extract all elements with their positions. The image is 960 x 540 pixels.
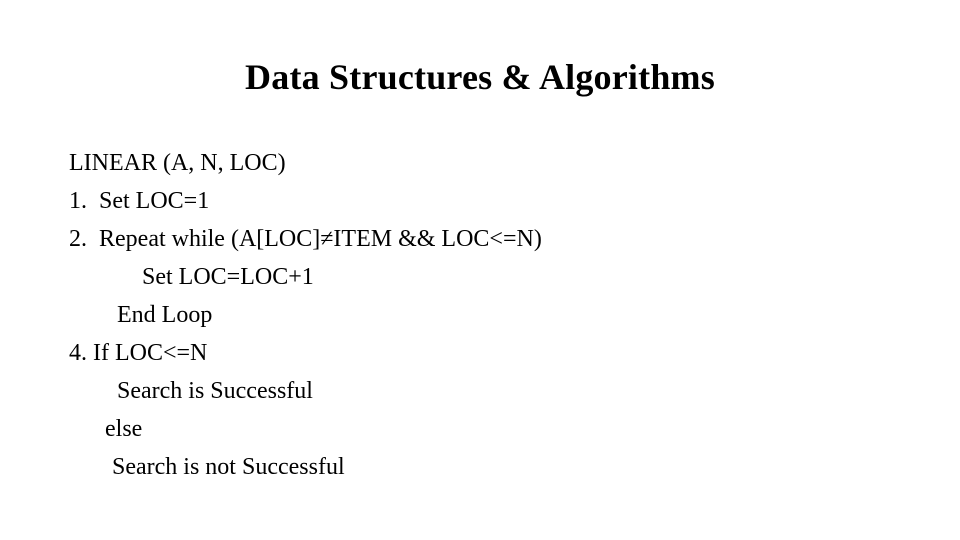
algorithm-line-else: else [105, 416, 143, 442]
algorithm-line-step-1: 1. Set LOC=1 [69, 188, 210, 214]
algorithm-line-search-successful: Search is Successful [117, 378, 313, 404]
page-title: Data Structures & Algorithms [245, 57, 715, 97]
algorithm-line-step-4: 4. If LOC<=N [69, 340, 208, 366]
algorithm-line-step-2: 2. Repeat while (A[LOC]≠ITEM && LOC<=N) [69, 226, 542, 252]
slide-canvas: Data Structures & Algorithms LINEAR (A, … [0, 0, 960, 540]
algorithm-line-end-loop: End Loop [117, 302, 213, 328]
algorithm-line-set-loc-increment: Set LOC=LOC+1 [142, 264, 314, 290]
algorithm-line-signature: LINEAR (A, N, LOC) [69, 150, 286, 176]
algorithm-pseudocode-block: LINEAR (A, N, LOC) 1. Set LOC=1 2. Repea… [0, 144, 960, 486]
algorithm-line-search-not-successful: Search is not Successful [112, 454, 345, 480]
